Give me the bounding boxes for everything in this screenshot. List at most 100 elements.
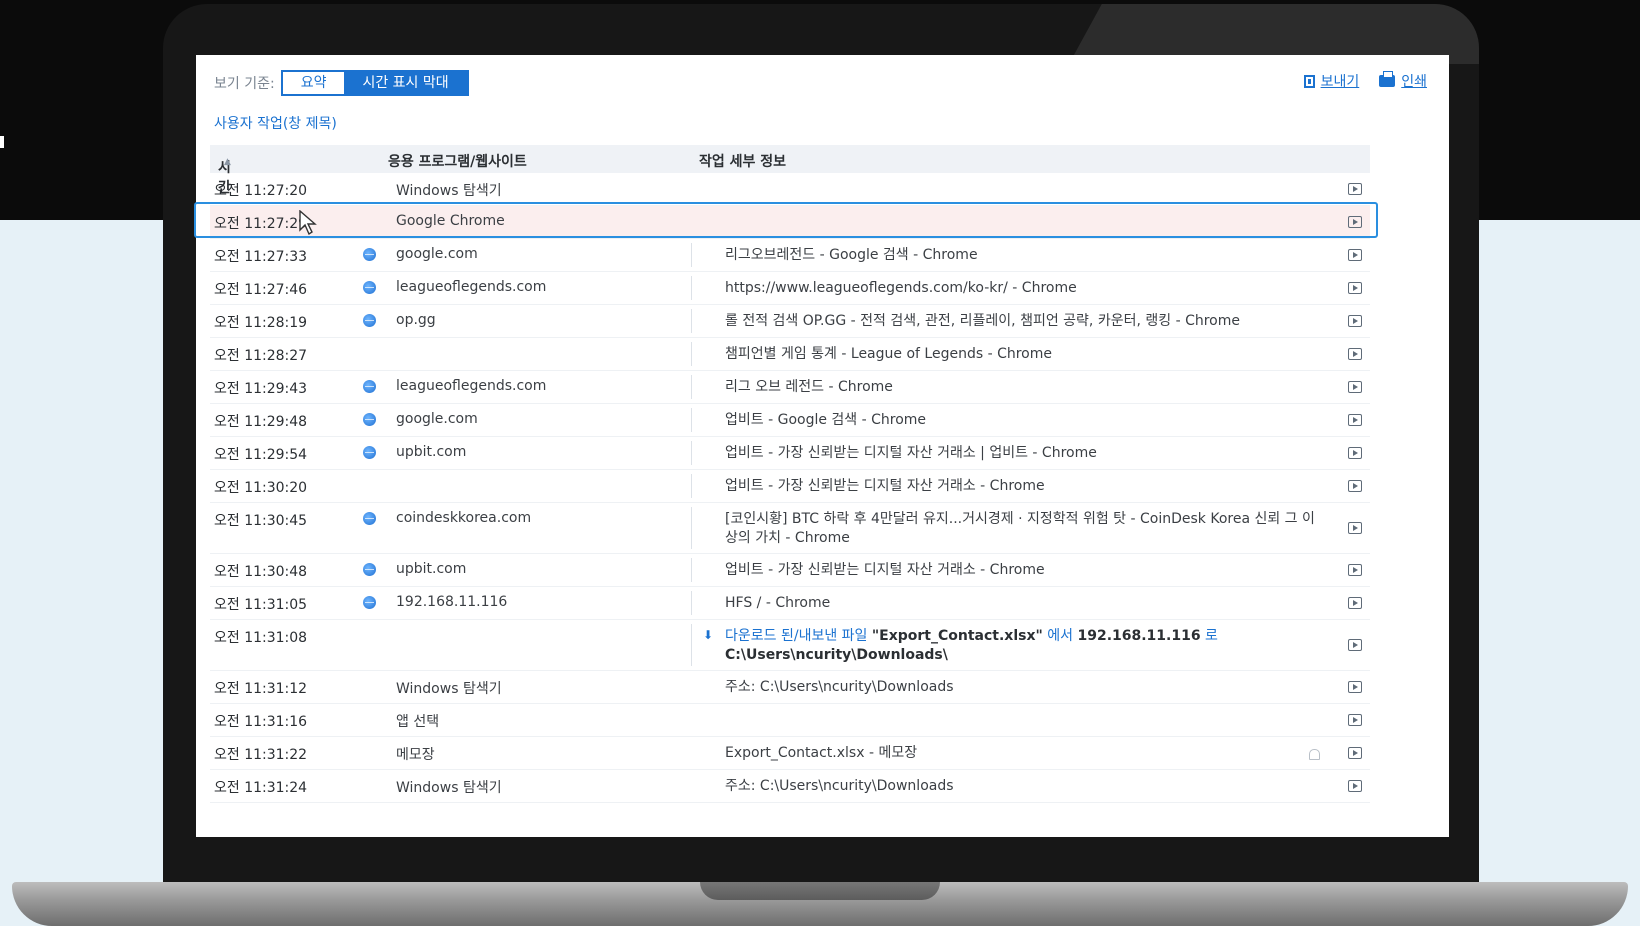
globe-icon bbox=[363, 380, 376, 393]
row-time: 오전 11:30:48 bbox=[214, 564, 308, 580]
download-icon: ⬇ bbox=[703, 628, 714, 642]
table-row[interactable]: 오전 11:31:24 Windows 탐색기 주소: C:\Users\ncuri… bbox=[210, 770, 1370, 803]
row-time: 오전 11:29:43 bbox=[214, 381, 308, 397]
row-time: 오전 11:28:19 bbox=[214, 315, 308, 331]
table-row[interactable]: 오전 11:29:54 upbit.com 업비트 - 가장 신뢰받는 디지털 자산… bbox=[210, 437, 1370, 470]
table-row[interactable]: 오전 11:28:19 op.gg 롤 전적 검색 OP.GG - 전적 검색, 관… bbox=[210, 305, 1370, 338]
play-recording-icon[interactable] bbox=[1348, 639, 1362, 651]
play-recording-icon[interactable] bbox=[1348, 282, 1362, 294]
table-row[interactable]: 오전 11:31:16 앱 선택 bbox=[210, 704, 1370, 737]
row-time: 오전 11:31:24 bbox=[214, 780, 308, 796]
column-divider bbox=[691, 441, 692, 465]
row-time: 오전 11:31:08 bbox=[214, 630, 308, 646]
row-detail: HFS / - Chrome bbox=[725, 595, 831, 611]
section-title: 사용자 작업(창 제목) bbox=[214, 116, 337, 132]
table-row[interactable]: 오전 11:30:45 coindeskkorea.com [코인시황] BTC 하… bbox=[210, 503, 1370, 554]
view-option-timeline[interactable]: 시간 표시 막대 bbox=[344, 72, 467, 94]
play-recording-icon[interactable] bbox=[1348, 780, 1362, 792]
row-app: op.gg bbox=[396, 312, 436, 328]
table-row[interactable]: 오전 11:27:33 google.com 리그오브레전드 - Google 검색… bbox=[210, 239, 1370, 272]
print-label: 인쇄 bbox=[1401, 74, 1427, 90]
laptop-notch bbox=[700, 882, 940, 900]
table-row[interactable]: 오전 11:28:27 챔피언별 게임 통계 - League of Legend… bbox=[210, 338, 1370, 371]
row-detail: 롤 전적 검색 OP.GG - 전적 검색, 관전, 리플레이, 챔피언 공략,… bbox=[725, 313, 1240, 329]
row-app: 앱 선택 bbox=[396, 714, 440, 730]
play-recording-icon[interactable] bbox=[1348, 381, 1362, 393]
row-detail: 업비트 - 가장 신뢰받는 디지털 자산 거래소 | 업비트 - Chrome bbox=[725, 445, 1097, 461]
table-row[interactable]: 오전 11:31:05 192.168.11.116 HFS / - Chrome bbox=[210, 587, 1370, 620]
row-detail: 리그오브레전드 - Google 검색 - Chrome bbox=[725, 247, 978, 263]
column-divider bbox=[691, 624, 692, 666]
row-app: 메모장 bbox=[396, 747, 435, 763]
play-recording-icon[interactable] bbox=[1348, 480, 1362, 492]
row-detail: 업비트 - 가장 신뢰받는 디지털 자산 거래소 - Chrome bbox=[725, 478, 1045, 494]
view-toolbar: 보기 기준: 요약 시간 표시 막대 bbox=[214, 70, 469, 96]
play-recording-icon[interactable] bbox=[1348, 414, 1362, 426]
row-time: 오전 11:29:48 bbox=[214, 414, 308, 430]
column-header-app[interactable]: 응용 프로그램/웹사이트 bbox=[388, 151, 527, 171]
row-app: coindeskkorea.com bbox=[396, 510, 532, 526]
play-recording-icon[interactable] bbox=[1348, 522, 1362, 534]
globe-icon bbox=[363, 563, 376, 576]
row-app: google.com bbox=[396, 411, 478, 427]
selected-row-highlight bbox=[194, 202, 1378, 238]
table-row[interactable]: 오전 11:27:46 leagueoflegends.com https://ww… bbox=[210, 272, 1370, 305]
column-divider bbox=[691, 507, 692, 549]
table-row[interactable]: 오전 11:30:48 upbit.com 업비트 - 가장 신뢰받는 디지털 자산… bbox=[210, 554, 1370, 587]
globe-icon bbox=[363, 596, 376, 609]
sort-ascending-icon: ▲ bbox=[224, 157, 231, 167]
row-detail: 주소: C:\Users\ncurity\Downloads bbox=[725, 778, 954, 794]
row-detail: 주소: C:\Users\ncurity\Downloads bbox=[725, 679, 954, 695]
backdrop-mark bbox=[0, 136, 4, 148]
row-time: 오전 11:27:33 bbox=[214, 249, 308, 265]
view-label: 보기 기준: bbox=[214, 76, 275, 92]
view-option-summary[interactable]: 요약 bbox=[282, 72, 345, 94]
row-app: Windows 탐색기 bbox=[396, 183, 502, 199]
table-row[interactable]: 오전 11:31:22 메모장 Export_Contact.xlsx - 메모장 bbox=[210, 737, 1370, 770]
table-row[interactable]: 오전 11:31:08 ⬇ 다운로드 된/내보낸 파일 "Export_Contac… bbox=[210, 620, 1370, 671]
globe-icon bbox=[363, 248, 376, 261]
play-recording-icon[interactable] bbox=[1348, 714, 1362, 726]
row-app: upbit.com bbox=[396, 561, 467, 577]
print-link[interactable]: 인쇄 bbox=[1379, 71, 1427, 91]
play-recording-icon[interactable] bbox=[1348, 747, 1362, 759]
row-time: 오전 11:27:20 bbox=[214, 183, 308, 199]
activity-table: 오전 11:27:20 Windows 탐색기 오전 11:27:29 Google … bbox=[210, 173, 1370, 803]
play-recording-icon[interactable] bbox=[1348, 681, 1362, 693]
row-time: 오전 11:31:12 bbox=[214, 681, 308, 697]
column-header-detail[interactable]: 작업 세부 정보 bbox=[699, 151, 786, 171]
download-text-mid: 에서 bbox=[1047, 628, 1074, 644]
play-recording-icon[interactable] bbox=[1348, 597, 1362, 609]
table-row[interactable]: 오전 11:29:43 leagueoflegends.com 리그 오브 레전드 … bbox=[210, 371, 1370, 404]
column-divider bbox=[691, 309, 692, 333]
export-link[interactable]: 보내기 bbox=[1303, 71, 1359, 91]
table-row[interactable]: 오전 11:30:20 업비트 - 가장 신뢰받는 디지털 자산 거래소 - Ch… bbox=[210, 470, 1370, 503]
row-app: 192.168.11.116 bbox=[396, 594, 508, 610]
row-detail: 업비트 - Google 검색 - Chrome bbox=[725, 412, 927, 428]
play-recording-icon[interactable] bbox=[1348, 183, 1362, 195]
download-text-path: C:\Users\ncurity\Downloads\ bbox=[725, 647, 948, 663]
table-row[interactable]: 오전 11:29:48 google.com 업비트 - Google 검색 - C… bbox=[210, 404, 1370, 437]
row-detail: [코인시황] BTC 하락 후 4만달러 유지...거시경제 · 지정학적 위험… bbox=[725, 511, 1315, 546]
row-time: 오전 11:29:54 bbox=[214, 447, 308, 463]
row-app: leagueoflegends.com bbox=[396, 279, 547, 295]
row-time: 오전 11:28:27 bbox=[214, 348, 308, 364]
play-recording-icon[interactable] bbox=[1348, 249, 1362, 261]
column-divider bbox=[691, 591, 692, 615]
table-row[interactable]: 오전 11:31:12 Windows 탐색기 주소: C:\Users\ncuri… bbox=[210, 671, 1370, 704]
play-recording-icon[interactable] bbox=[1348, 348, 1362, 360]
row-detail: https://www.leagueoflegends.com/ko-kr/ -… bbox=[725, 280, 1077, 296]
globe-icon bbox=[363, 446, 376, 459]
row-time: 오전 11:27:46 bbox=[214, 282, 308, 298]
globe-icon bbox=[363, 512, 376, 525]
row-detail: 챔피언별 게임 통계 - League of Legends - Chrome bbox=[725, 346, 1052, 362]
play-recording-icon[interactable] bbox=[1348, 315, 1362, 327]
row-app: leagueoflegends.com bbox=[396, 378, 547, 394]
column-divider bbox=[691, 243, 692, 267]
play-recording-icon[interactable] bbox=[1348, 564, 1362, 576]
export-icon bbox=[1303, 74, 1315, 88]
row-time: 오전 11:31:05 bbox=[214, 597, 308, 613]
app-screen: 보기 기준: 요약 시간 표시 막대 보내기 인쇄 사용자 작업(창 제목) 시… bbox=[196, 55, 1449, 837]
row-app: Windows 탐색기 bbox=[396, 780, 502, 796]
play-recording-icon[interactable] bbox=[1348, 447, 1362, 459]
